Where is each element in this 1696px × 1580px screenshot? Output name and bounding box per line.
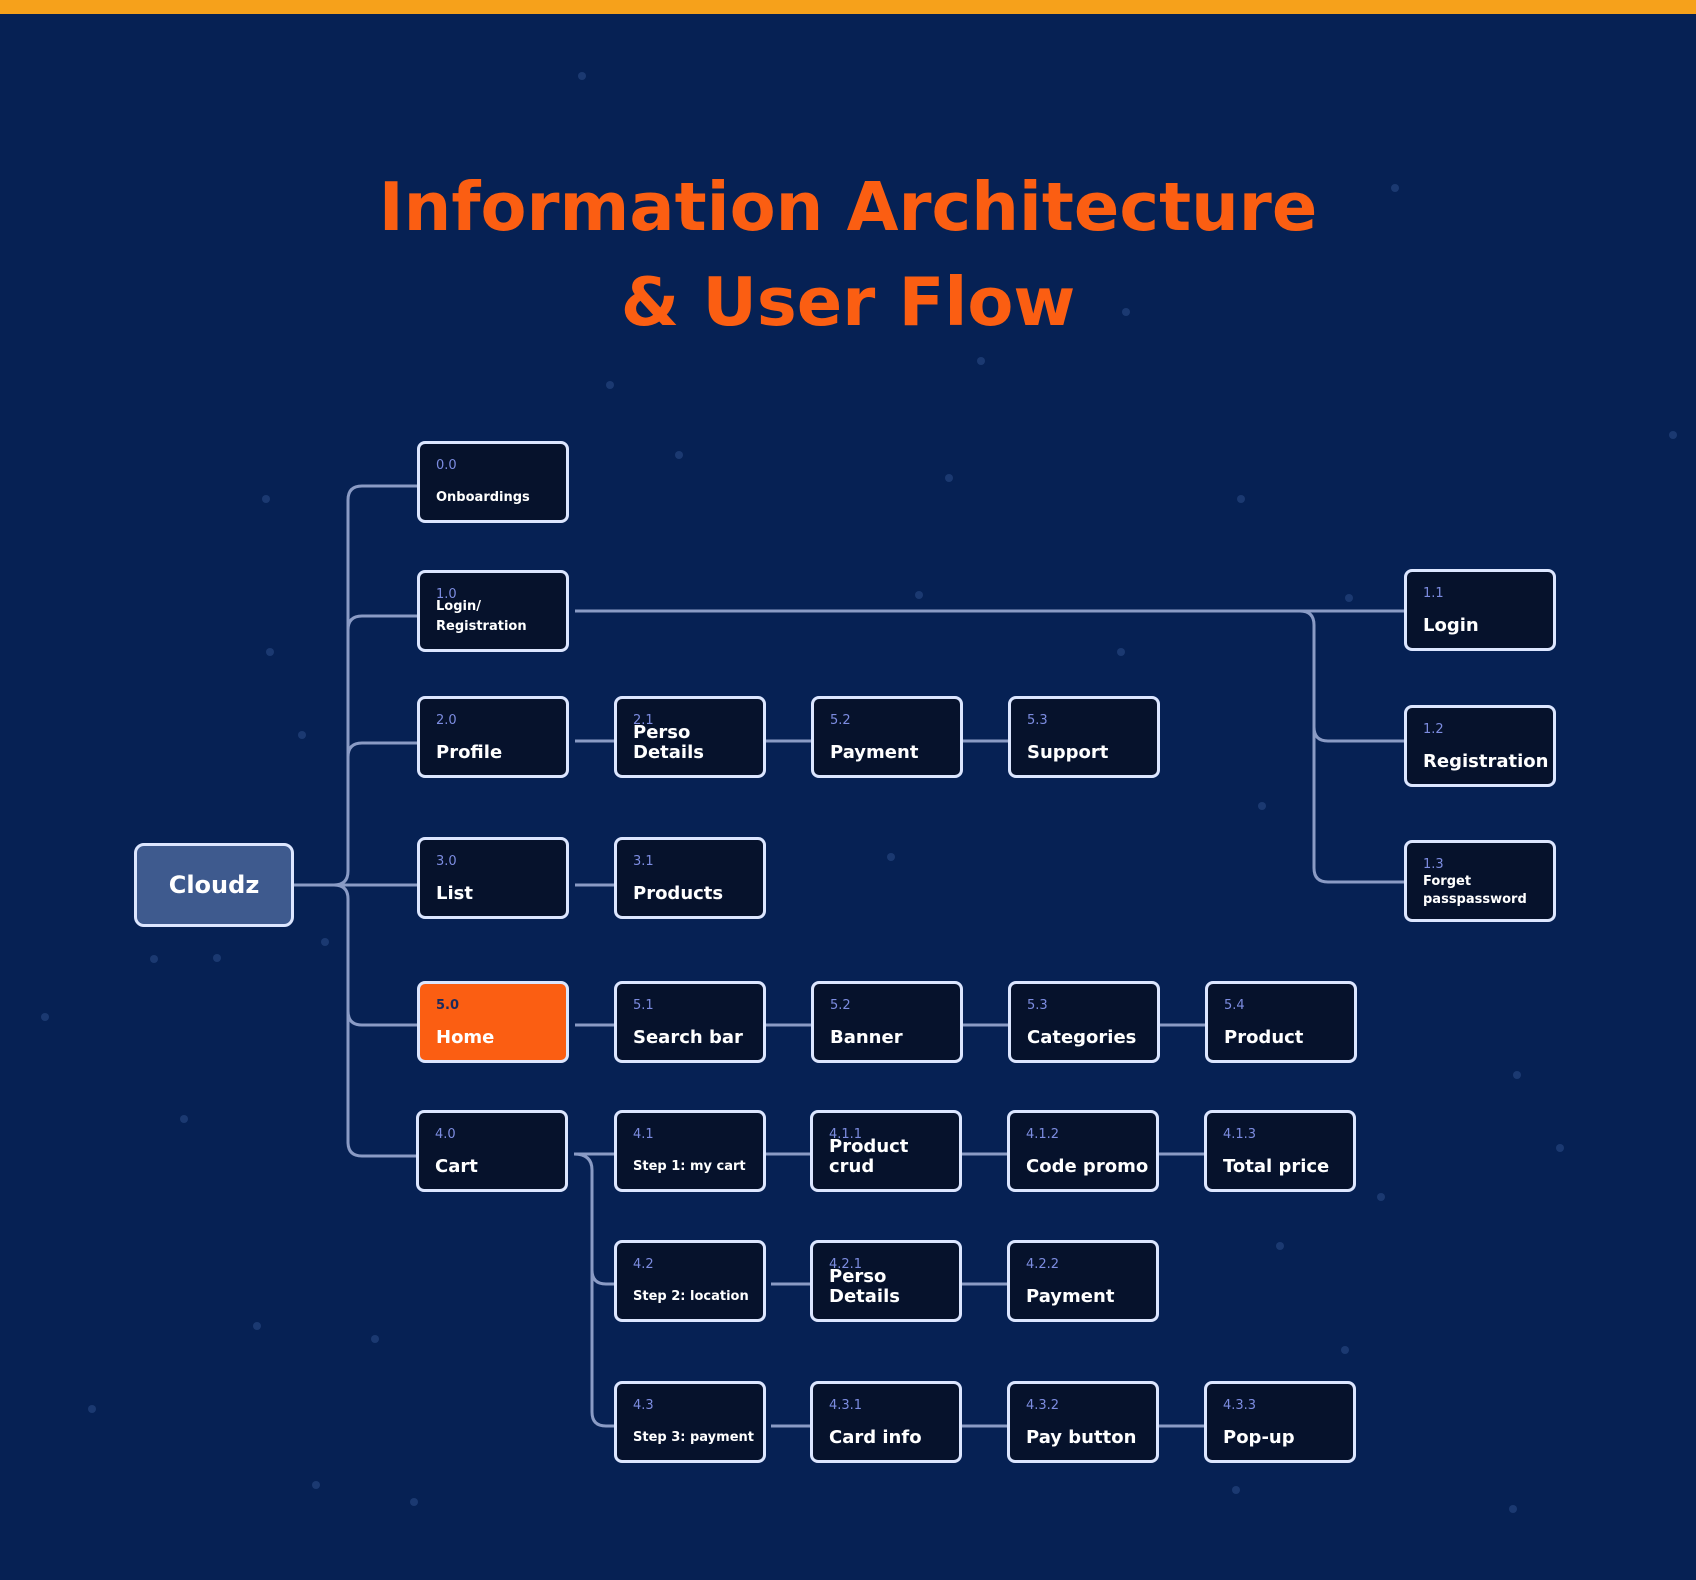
edge-cart-step2: [590, 1269, 615, 1286]
node-label: Total price: [1223, 1156, 1330, 1177]
node-code: 4.2.2: [1026, 1257, 1060, 1272]
node-label: Product crud: [829, 1136, 909, 1177]
edge-cart-branch: [573, 1152, 615, 1428]
node-search-bar[interactable]: 5.1 Search bar: [614, 981, 766, 1063]
node-onboardings[interactable]: 0.0 Onboardings: [417, 441, 569, 523]
root-node-cloudz[interactable]: Cloudz: [134, 843, 294, 927]
edge-login-1-3: [1312, 727, 1404, 884]
node-code: 3.1: [633, 854, 654, 869]
node-code: 1.3: [1423, 857, 1444, 872]
node-banner[interactable]: 5.2 Banner: [811, 981, 963, 1063]
node-profile[interactable]: 2.0 Profile: [417, 696, 569, 778]
node-cart[interactable]: 4.0 Cart: [416, 1110, 568, 1192]
node-card-info[interactable]: 4.3.1 Card info: [810, 1381, 962, 1463]
node-label: Code promo: [1026, 1156, 1149, 1177]
node-step2-perso-details[interactable]: 4.2.1 Perso Details: [810, 1240, 962, 1322]
node-code: 3.0: [436, 854, 457, 869]
node-support[interactable]: 5.3 Support: [1008, 696, 1160, 778]
node-home[interactable]: 5.0 Home: [417, 981, 569, 1063]
node-label: Onboardings: [436, 490, 530, 505]
node-code: 4.3.1: [829, 1398, 863, 1413]
node-step2-payment[interactable]: 4.2.2 Payment: [1007, 1240, 1159, 1322]
node-code: 5.1: [633, 998, 654, 1013]
node-login[interactable]: 1.1 Login: [1404, 569, 1556, 651]
node-label: Step 1: my cart: [633, 1159, 746, 1174]
node-code: 5.3: [1027, 998, 1048, 1013]
node-label: Banner: [830, 1027, 903, 1048]
node-label: Perso Details: [633, 722, 704, 763]
node-step2[interactable]: 4.2 Step 2: location: [614, 1240, 766, 1322]
edge-root-home: [346, 1010, 418, 1027]
node-list[interactable]: 3.0 List: [417, 837, 569, 919]
node-categories[interactable]: 5.3 Categories: [1008, 981, 1160, 1063]
node-step1[interactable]: 4.1 Step 1: my cart: [614, 1110, 766, 1192]
node-label: Profile: [436, 742, 503, 763]
node-label: Home: [436, 1027, 495, 1048]
node-forget-password[interactable]: 1.3 Forget passpassword: [1404, 840, 1556, 922]
node-label: Payment: [830, 742, 919, 763]
node-registration[interactable]: 1.2 Registration: [1404, 705, 1556, 787]
node-pay-button[interactable]: 4.3.2 Pay button: [1007, 1381, 1159, 1463]
node-code: 0.0: [436, 458, 457, 473]
node-code: 5.3: [1027, 713, 1048, 728]
node-label: Step 3: payment: [633, 1430, 754, 1445]
node-code: 4.1.2: [1026, 1127, 1060, 1142]
node-code: 4.1.3: [1223, 1127, 1257, 1142]
node-code: 5.4: [1224, 998, 1245, 1013]
node-label: Perso Details: [829, 1266, 900, 1307]
node-code: 4.0: [435, 1127, 456, 1142]
node-label: Payment: [1026, 1286, 1115, 1307]
node-code: 4.3.3: [1223, 1398, 1257, 1413]
node-code: 1.2: [1423, 722, 1444, 737]
node-label: Pay button: [1026, 1427, 1137, 1448]
node-login-registration[interactable]: 1.0 Login/ Registration: [417, 570, 569, 652]
node-label: Forget passpassword: [1423, 874, 1527, 907]
node-code: 4.3: [633, 1398, 654, 1413]
node-code: 5.2: [830, 713, 851, 728]
node-code: 4.3.2: [1026, 1398, 1060, 1413]
node-label: Product: [1224, 1027, 1304, 1048]
edge-root-home-cart: [333, 883, 417, 1158]
node-product[interactable]: 5.4 Product: [1205, 981, 1357, 1063]
node-code: 4.2: [633, 1257, 654, 1272]
node-total-price[interactable]: 4.1.3 Total price: [1204, 1110, 1356, 1192]
node-label: Products: [633, 883, 724, 904]
node-popup[interactable]: 4.3.3 Pop-up: [1204, 1381, 1356, 1463]
node-code: 2.0: [436, 713, 457, 728]
node-products[interactable]: 3.1 Products: [614, 837, 766, 919]
node-code: 5.0: [436, 998, 460, 1013]
edge-root-login: [346, 614, 417, 631]
node-step3[interactable]: 4.3 Step 3: payment: [614, 1381, 766, 1463]
edge-root-profile: [346, 741, 417, 758]
node-product-crud[interactable]: 4.1.1 Product crud: [810, 1110, 962, 1192]
node-label: Support: [1027, 742, 1109, 763]
node-code: 5.2: [830, 998, 851, 1013]
connector-lines: [294, 484, 1404, 1428]
node-label: Step 2: location: [633, 1289, 749, 1304]
node-code-promo[interactable]: 4.1.2 Code promo: [1007, 1110, 1159, 1192]
node-label: Card info: [829, 1427, 922, 1448]
node-label: Pop-up: [1223, 1427, 1295, 1448]
node-label: Login: [1423, 615, 1479, 636]
node-label: Categories: [1027, 1027, 1137, 1048]
node-label: Cart: [435, 1156, 478, 1177]
node-perso-details[interactable]: 2.1 Perso Details: [614, 696, 766, 778]
node-label: List: [436, 883, 473, 904]
node-code: 1.1: [1423, 586, 1444, 601]
node-label: Registration: [1423, 751, 1549, 772]
node-code: 4.1: [633, 1127, 654, 1142]
edge-root-trunk: [294, 484, 417, 887]
node-label: Search bar: [633, 1027, 743, 1048]
node-label: Login/ Registration: [436, 599, 527, 634]
node-profile-payment[interactable]: 5.2 Payment: [811, 696, 963, 778]
